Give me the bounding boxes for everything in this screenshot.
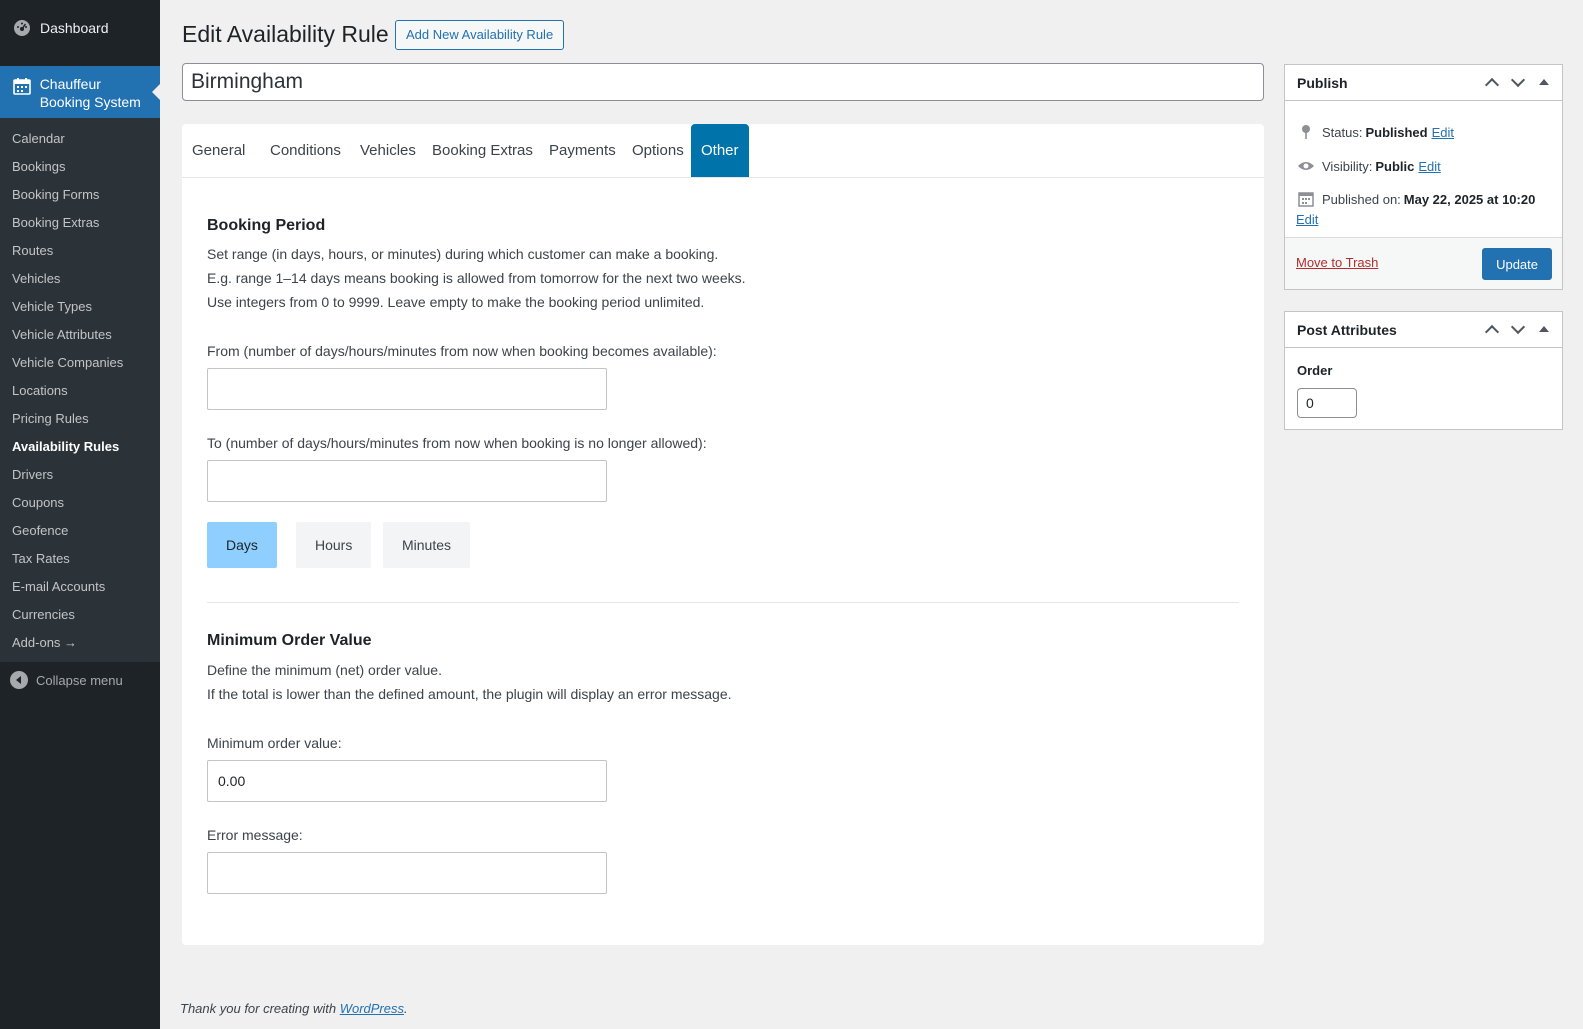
tab-bar: General Conditions Vehicles Booking Extr… bbox=[182, 124, 1264, 178]
tab-booking-extras[interactable]: Booking Extras bbox=[422, 124, 543, 177]
booking-period-heading: Booking Period bbox=[207, 217, 326, 234]
wordpress-link[interactable]: WordPress bbox=[340, 1001, 404, 1016]
menu-chauffeur-booking[interactable]: Chauffeur Booking System bbox=[0, 66, 160, 118]
submenu-item-vehicle-attributes[interactable]: Vehicle Attributes bbox=[0, 321, 160, 349]
minimum-order-value-label: Minimum order value: bbox=[207, 735, 342, 751]
order-label: Order bbox=[1297, 363, 1333, 378]
booking-period-desc-1: Set range (in days, hours, or minutes) d… bbox=[207, 246, 719, 262]
tab-general[interactable]: General bbox=[182, 124, 255, 177]
submenu-item-booking-extras[interactable]: Booking Extras bbox=[0, 209, 160, 237]
admin-sidebar: Dashboard Chauffeur Booking System Calen… bbox=[0, 0, 160, 1029]
toggle-panel-icon[interactable] bbox=[1536, 321, 1552, 337]
minimum-order-heading: Minimum Order Value bbox=[207, 632, 372, 649]
submenu-item-vehicle-types[interactable]: Vehicle Types bbox=[0, 293, 160, 321]
booking-period-desc-3: Use integers from 0 to 9999. Leave empty… bbox=[207, 294, 705, 310]
unit-days-button[interactable]: Days bbox=[207, 522, 277, 568]
submenu-item-add-ons[interactable]: Add-ons → bbox=[0, 629, 160, 657]
post-attributes-box: Post Attributes Order bbox=[1284, 311, 1563, 430]
booking-period-to-input[interactable] bbox=[207, 460, 607, 502]
submenu-item-drivers[interactable]: Drivers bbox=[0, 461, 160, 489]
published-on-value: May 22, 2025 at 10:20 bbox=[1403, 191, 1536, 207]
edit-date-link[interactable]: Edit bbox=[1296, 212, 1318, 227]
order-input[interactable] bbox=[1297, 388, 1357, 418]
submenu-item-coupons[interactable]: Coupons bbox=[0, 489, 160, 517]
move-down-icon[interactable] bbox=[1510, 321, 1526, 337]
submenu-item-calendar[interactable]: Calendar bbox=[0, 125, 160, 153]
eye-icon bbox=[1297, 157, 1315, 175]
submenu-item-vehicle-companies[interactable]: Vehicle Companies bbox=[0, 349, 160, 377]
post-title-input[interactable] bbox=[182, 63, 1264, 101]
submenu-item-pricing-rules[interactable]: Pricing Rules bbox=[0, 405, 160, 433]
booking-period-to-label: To (number of days/hours/minutes from no… bbox=[207, 435, 707, 451]
submenu-item-currencies[interactable]: Currencies bbox=[0, 601, 160, 629]
menu-dashboard-label: Dashboard bbox=[40, 20, 109, 36]
pin-icon bbox=[1297, 123, 1315, 141]
submenu-item-booking-forms[interactable]: Booking Forms bbox=[0, 181, 160, 209]
unit-hours-button[interactable]: Hours bbox=[296, 522, 372, 568]
calendar-icon bbox=[12, 76, 32, 96]
move-to-trash-link[interactable]: Move to Trash bbox=[1296, 255, 1378, 270]
post-attributes-header: Post Attributes bbox=[1285, 312, 1562, 348]
tab-conditions[interactable]: Conditions bbox=[260, 124, 351, 177]
status-label: Status: bbox=[1322, 124, 1363, 140]
tab-other[interactable]: Other bbox=[691, 124, 749, 177]
error-message-input[interactable] bbox=[207, 852, 607, 894]
submenu-item-email-accounts[interactable]: E-mail Accounts bbox=[0, 573, 160, 601]
dashboard-icon bbox=[12, 18, 32, 38]
add-new-availability-rule-button[interactable]: Add New Availability Rule bbox=[395, 20, 565, 50]
menu-chauffeur-label: Chauffeur Booking System bbox=[39, 76, 141, 110]
published-on-label: Published on: bbox=[1322, 191, 1401, 207]
collapse-menu-button[interactable]: Collapse menu bbox=[0, 666, 160, 694]
minimum-order-value-input[interactable] bbox=[207, 760, 607, 802]
tab-payments[interactable]: Payments bbox=[539, 124, 626, 177]
booking-period-desc-2: E.g. range 1–14 days means booking is al… bbox=[207, 270, 746, 286]
admin-footer: Thank you for creating with WordPress. bbox=[180, 1001, 408, 1016]
minimum-order-desc-2: If the total is lower than the defined a… bbox=[207, 686, 732, 702]
submenu: Calendar Bookings Booking Forms Booking … bbox=[0, 118, 160, 662]
tab-vehicles[interactable]: Vehicles bbox=[350, 124, 426, 177]
current-menu-arrow bbox=[152, 84, 160, 100]
edit-visibility-link[interactable]: Edit bbox=[1418, 159, 1440, 174]
calendar-small-icon bbox=[1297, 190, 1315, 208]
publish-actions: Move to Trash Update bbox=[1285, 237, 1562, 289]
update-button[interactable]: Update bbox=[1482, 248, 1552, 280]
publish-visibility-row: Visibility: Public Edit bbox=[1297, 157, 1441, 175]
submenu-item-geofence[interactable]: Geofence bbox=[0, 517, 160, 545]
error-message-label: Error message: bbox=[207, 827, 303, 843]
availability-rule-meta-box: General Conditions Vehicles Booking Extr… bbox=[182, 124, 1264, 945]
submenu-item-bookings[interactable]: Bookings bbox=[0, 153, 160, 181]
minimum-order-desc-1: Define the minimum (net) order value. bbox=[207, 662, 442, 678]
collapse-icon bbox=[10, 671, 28, 689]
publish-status-row: Status: Published Edit bbox=[1297, 123, 1454, 141]
submenu-item-locations[interactable]: Locations bbox=[0, 377, 160, 405]
booking-period-from-label: From (number of days/hours/minutes from … bbox=[207, 343, 717, 359]
booking-period-from-input[interactable] bbox=[207, 368, 607, 410]
submenu-item-routes[interactable]: Routes bbox=[0, 237, 160, 265]
status-value: Published bbox=[1365, 124, 1428, 140]
move-down-icon[interactable] bbox=[1510, 74, 1526, 90]
publish-box: Publish Status: Published Edit Visibilit… bbox=[1284, 64, 1563, 290]
submenu-item-tax-rates[interactable]: Tax Rates bbox=[0, 545, 160, 573]
submenu-item-availability-rules[interactable]: Availability Rules bbox=[0, 433, 160, 461]
submenu-item-vehicles[interactable]: Vehicles bbox=[0, 265, 160, 293]
move-up-icon[interactable] bbox=[1484, 321, 1500, 337]
visibility-label: Visibility: bbox=[1322, 158, 1373, 174]
tab-options[interactable]: Options bbox=[622, 124, 694, 177]
publish-date-row: Published on: May 22, 2025 at 10:20 bbox=[1297, 190, 1535, 208]
publish-box-title: Publish bbox=[1297, 75, 1348, 91]
collapse-menu-label: Collapse menu bbox=[36, 672, 123, 688]
unit-minutes-button[interactable]: Minutes bbox=[383, 522, 471, 568]
footer-text: Thank you for creating with bbox=[180, 1001, 337, 1016]
section-divider bbox=[207, 602, 1239, 603]
post-attributes-title: Post Attributes bbox=[1297, 322, 1397, 338]
toggle-panel-icon[interactable] bbox=[1536, 74, 1552, 90]
visibility-value: Public bbox=[1375, 158, 1415, 174]
edit-status-link[interactable]: Edit bbox=[1432, 125, 1454, 140]
move-up-icon[interactable] bbox=[1484, 74, 1500, 90]
page-title: Edit Availability Rule bbox=[182, 21, 389, 47]
publish-box-header: Publish bbox=[1285, 65, 1562, 101]
footer-period: . bbox=[404, 1001, 408, 1016]
menu-dashboard[interactable]: Dashboard bbox=[0, 0, 160, 56]
